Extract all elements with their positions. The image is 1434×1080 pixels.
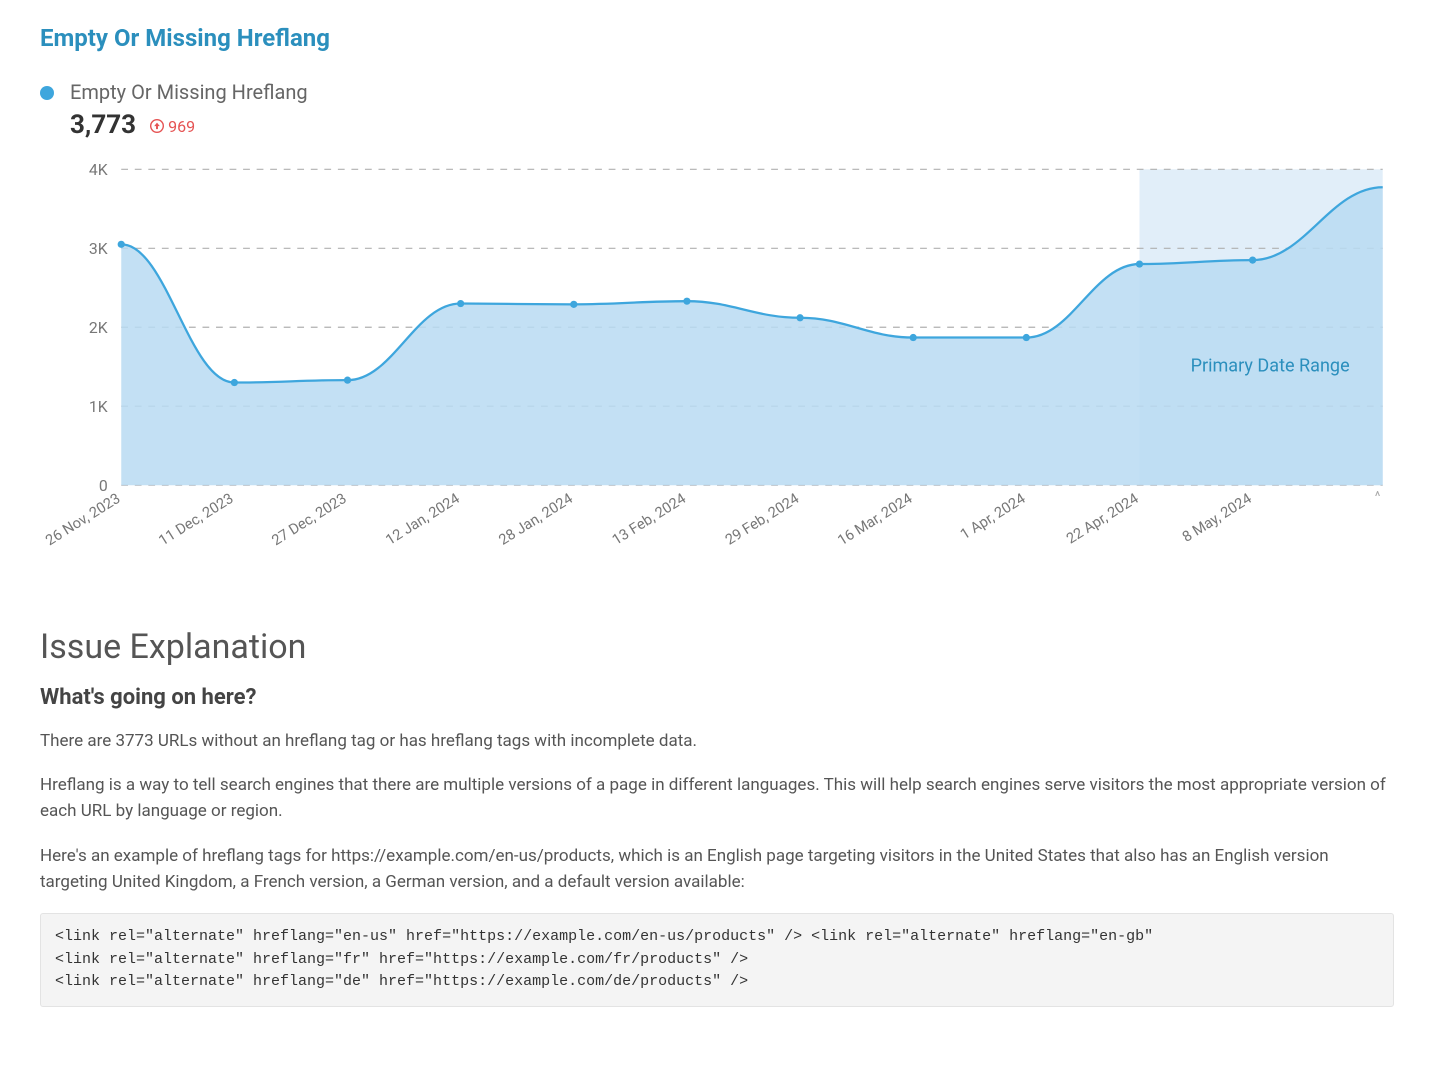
metric-value: 3,773 — [70, 110, 136, 140]
code-example: <link rel="alternate" hreflang="en-us" h… — [40, 913, 1394, 1007]
trend-chart[interactable]: 0 1K 2K 3K 4K 26 Nov, 2023 11 Dec, 2023 27 Dec,… — [40, 158, 1394, 587]
svg-text:29 Feb, 2024: 29 Feb, 2024 — [722, 489, 802, 549]
svg-text:26 Nov, 2023: 26 Nov, 2023 — [42, 489, 123, 549]
svg-text:8 May, 2024: 8 May, 2024 — [1179, 489, 1255, 546]
svg-text:1K: 1K — [89, 397, 108, 416]
svg-text:28 Jan, 2024: 28 Jan, 2024 — [495, 489, 576, 549]
series-dot-icon — [40, 86, 54, 100]
svg-text:4K: 4K — [89, 160, 108, 179]
section-subheading: What's going on here? — [40, 685, 1394, 710]
explanation-para-2: Hreflang is a way to tell search engines… — [40, 772, 1394, 825]
svg-text:27 Dec, 2023: 27 Dec, 2023 — [268, 489, 349, 549]
arrow-up-circle-icon — [150, 119, 164, 133]
svg-text:1 Apr, 2024: 1 Apr, 2024 — [957, 489, 1029, 543]
metric-series-label: Empty Or Missing Hreflang — [70, 80, 308, 104]
svg-text:12 Jan, 2024: 12 Jan, 2024 — [382, 489, 463, 549]
svg-text:Primary Date Range: Primary Date Range — [1191, 355, 1350, 376]
metric-delta-value: 969 — [168, 117, 195, 136]
svg-text:3K: 3K — [89, 239, 108, 258]
svg-text:0: 0 — [99, 476, 108, 495]
svg-text:^: ^ — [1375, 489, 1381, 505]
svg-text:22 Apr, 2024: 22 Apr, 2024 — [1063, 489, 1142, 547]
svg-text:13 Feb, 2024: 13 Feb, 2024 — [609, 489, 689, 549]
metric-delta: 969 — [150, 117, 195, 136]
metric-summary: Empty Or Missing Hreflang 3,773 969 — [40, 80, 1394, 140]
svg-text:16 Mar, 2024: 16 Mar, 2024 — [834, 489, 915, 549]
svg-text:11 Dec, 2023: 11 Dec, 2023 — [155, 489, 236, 549]
section-heading-issue-explanation: Issue Explanation — [40, 627, 1394, 667]
page-title-link[interactable]: Empty Or Missing Hreflang — [40, 24, 330, 52]
svg-text:2K: 2K — [89, 318, 108, 337]
explanation-para-3: Here's an example of hreflang tags for h… — [40, 843, 1394, 896]
explanation-para-1: There are 3773 URLs without an hreflang … — [40, 728, 1394, 754]
